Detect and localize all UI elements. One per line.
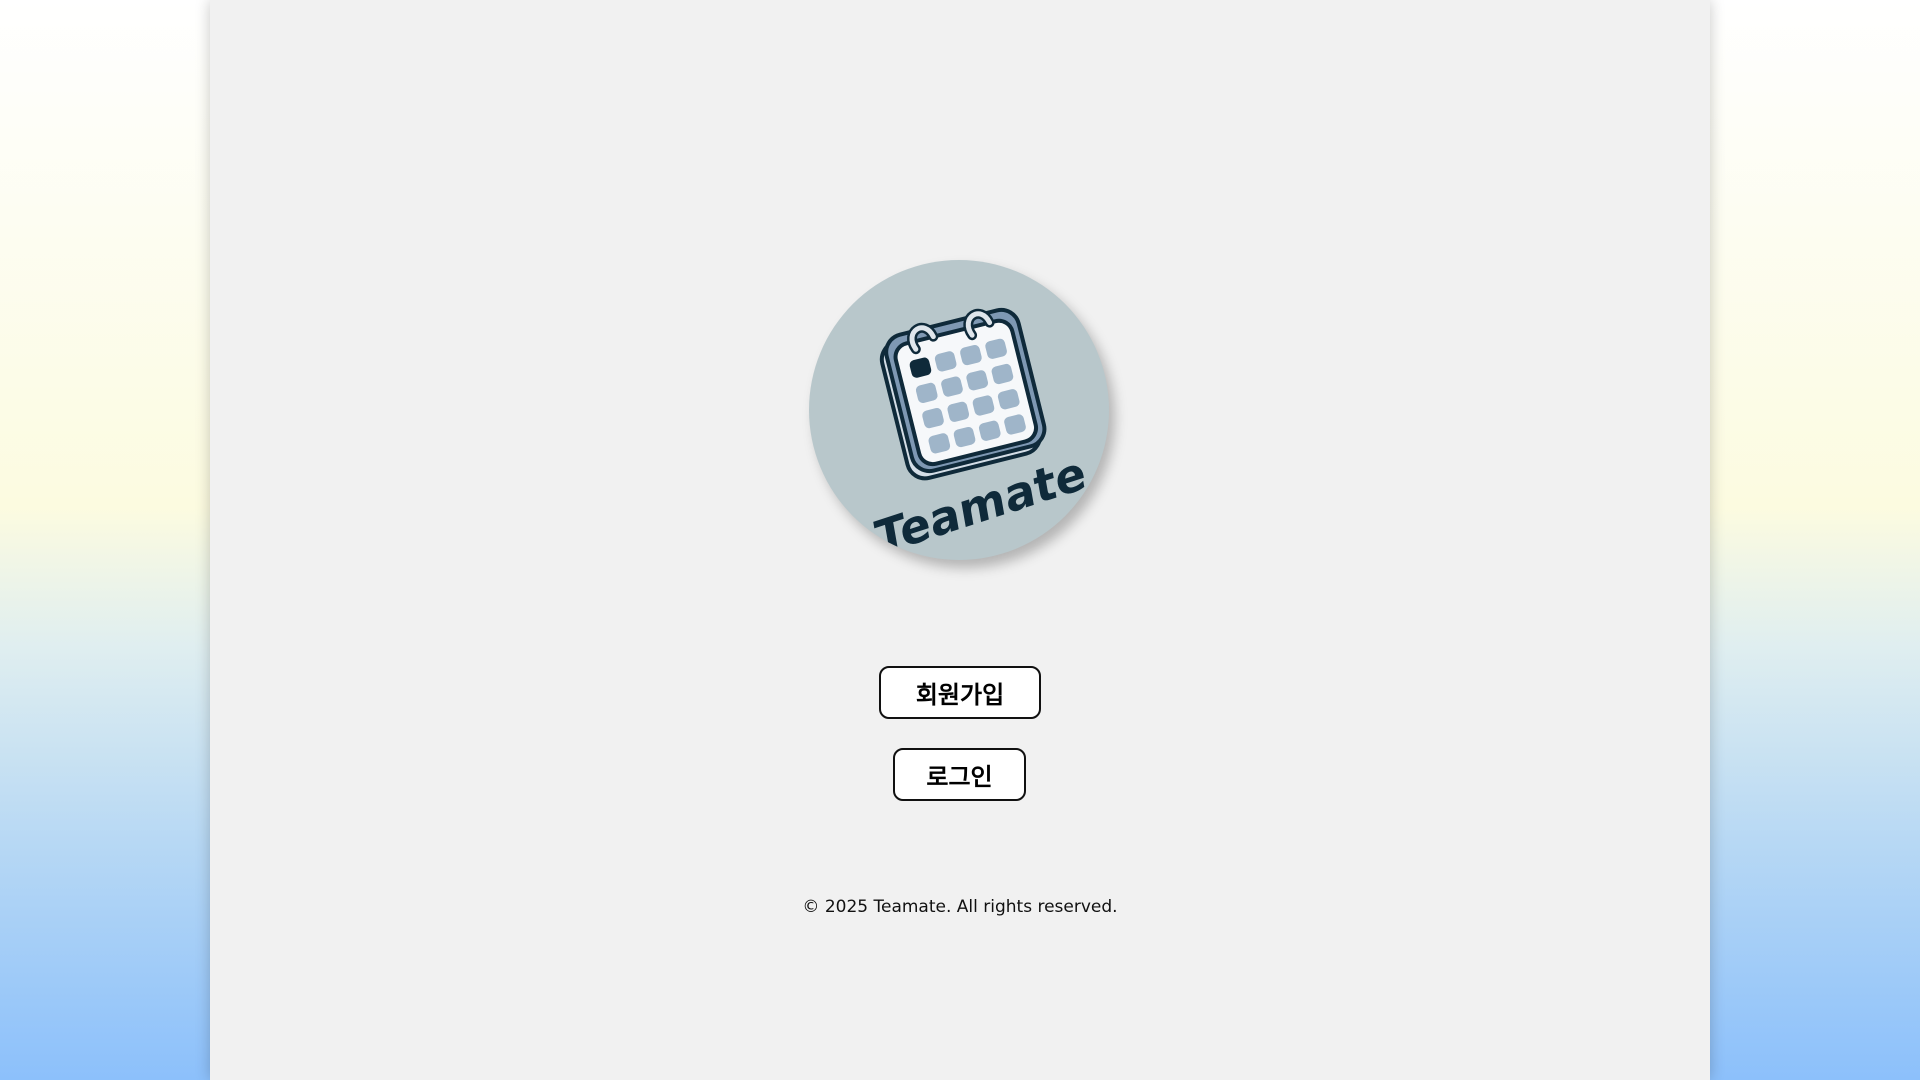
teamate-logo: Teamate (809, 260, 1109, 560)
footer-copyright: © 2025 Teamate. All rights reserved. (802, 897, 1118, 917)
calendar-icon: Teamate (871, 307, 1090, 560)
app-frame: Teamate 회원가입 로그인 © 2025 Teamate. All rig… (210, 0, 1710, 1080)
login-button[interactable]: 로그인 (893, 748, 1026, 801)
signup-button[interactable]: 회원가입 (879, 666, 1041, 719)
